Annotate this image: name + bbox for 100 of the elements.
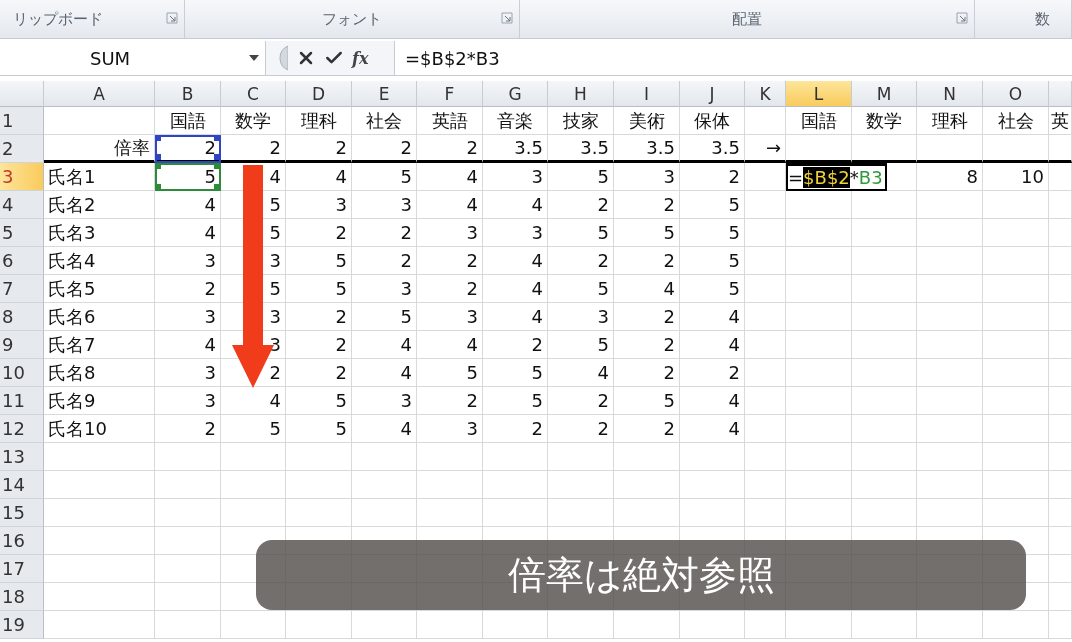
table-cell: → xyxy=(745,135,786,163)
table-cell: 2 xyxy=(548,387,614,415)
table-cell: 2 xyxy=(417,387,483,415)
column-header[interactable]: A xyxy=(44,81,155,107)
insert-function-button[interactable]: fx xyxy=(352,48,369,68)
row-header[interactable]: 19 xyxy=(0,611,44,639)
column-header[interactable]: N xyxy=(917,81,983,107)
table-cell: 2 xyxy=(548,415,614,443)
column-header[interactable]: J xyxy=(680,81,745,107)
column-header[interactable]: C xyxy=(221,81,286,107)
column-header[interactable]: D xyxy=(286,81,352,107)
ribbon-group-label: リップボード xyxy=(13,9,103,29)
row-header[interactable]: 6 xyxy=(0,247,44,275)
table-cell: 4 xyxy=(155,331,221,359)
row-header[interactable]: 3 xyxy=(0,163,44,191)
table-cell: 2 xyxy=(417,275,483,303)
table-cell: 氏名10 xyxy=(44,415,155,443)
table-cell: 氏名1 xyxy=(44,163,155,191)
table-cell: 3 xyxy=(614,163,680,191)
table-cell: 氏名2 xyxy=(44,191,155,219)
table-cell: 4 xyxy=(352,359,417,387)
row-header[interactable]: 10 xyxy=(0,359,44,387)
table-cell: 4 xyxy=(417,191,483,219)
table-cell: 2 xyxy=(286,219,352,247)
table-cell: 2 xyxy=(614,359,680,387)
table-cell: 5 xyxy=(548,275,614,303)
row-header[interactable]: 18 xyxy=(0,583,44,611)
table-cell: 5 xyxy=(548,219,614,247)
table-cell: 4 xyxy=(155,219,221,247)
table-cell: 2 xyxy=(352,247,417,275)
table-cell: 理科 xyxy=(917,107,983,135)
table-cell: 2 xyxy=(680,163,745,191)
table-cell: 氏名9 xyxy=(44,387,155,415)
row-header[interactable]: 9 xyxy=(0,331,44,359)
column-header[interactable]: H xyxy=(548,81,614,107)
column-header[interactable]: K xyxy=(745,81,786,107)
table-cell: 2 xyxy=(286,135,352,163)
ribbon-group-label: フォント xyxy=(322,9,382,29)
row-header[interactable]: 8 xyxy=(0,303,44,331)
table-cell: 国語 xyxy=(786,107,852,135)
table-cell: 2 xyxy=(417,247,483,275)
table-cell: 4 xyxy=(548,359,614,387)
table-cell: 社会 xyxy=(352,107,417,135)
column-header[interactable]: E xyxy=(352,81,417,107)
table-cell: 2 xyxy=(548,247,614,275)
row-header[interactable]: 4 xyxy=(0,191,44,219)
column-header[interactable]: G xyxy=(483,81,548,107)
row-header[interactable]: 14 xyxy=(0,471,44,499)
row-header[interactable]: 5 xyxy=(0,219,44,247)
table-cell: 3.5 xyxy=(483,135,548,163)
row-header[interactable]: 13 xyxy=(0,443,44,471)
table-cell: 理科 xyxy=(286,107,352,135)
row-header[interactable]: 15 xyxy=(0,499,44,527)
table-cell: 数学 xyxy=(852,107,917,135)
row-header[interactable]: 11 xyxy=(0,387,44,415)
table-cell: 2 xyxy=(614,415,680,443)
table-cell: 4 xyxy=(483,191,548,219)
table-cell: 3 xyxy=(417,219,483,247)
column-header[interactable]: B xyxy=(155,81,221,107)
row-header[interactable]: 1 xyxy=(0,107,44,135)
row-header[interactable]: 2 xyxy=(0,135,44,163)
column-header[interactable]: M xyxy=(852,81,917,107)
table-cell: 5 xyxy=(548,331,614,359)
cell-editor[interactable]: =$B$2*B3 xyxy=(786,163,887,191)
table-cell: 3.5 xyxy=(614,135,680,163)
table-cell: 3 xyxy=(155,247,221,275)
row-header[interactable]: 7 xyxy=(0,275,44,303)
table-cell: 5 xyxy=(352,163,417,191)
table-cell: 技家 xyxy=(548,107,614,135)
table-cell: 2 xyxy=(286,331,352,359)
row-header[interactable]: 12 xyxy=(0,415,44,443)
table-cell: 3.5 xyxy=(548,135,614,163)
table-cell: 氏名4 xyxy=(44,247,155,275)
table-cell: 氏名5 xyxy=(44,275,155,303)
row-header[interactable]: 16 xyxy=(0,527,44,555)
table-cell: 氏名8 xyxy=(44,359,155,387)
table-cell: 4 xyxy=(680,331,745,359)
column-header[interactable]: F xyxy=(417,81,483,107)
column-header[interactable]: O xyxy=(983,81,1049,107)
table-cell: 2 xyxy=(417,135,483,163)
table-cell: 3 xyxy=(483,163,548,191)
table-cell: 4 xyxy=(680,415,745,443)
table-cell: 2 xyxy=(286,359,352,387)
table-cell: 2 xyxy=(155,415,221,443)
ribbon-group-label: 数 xyxy=(1035,9,1050,29)
row-header[interactable]: 17 xyxy=(0,555,44,583)
table-cell: 2 xyxy=(614,247,680,275)
table-cell: 美術 xyxy=(614,107,680,135)
table-cell: 5 xyxy=(155,163,221,191)
table-cell: 5 xyxy=(548,163,614,191)
table-cell: 3 xyxy=(352,191,417,219)
column-header[interactable]: L xyxy=(786,81,852,107)
table-cell: 2 xyxy=(155,135,221,163)
column-header[interactable]: I xyxy=(614,81,680,107)
table-cell: 4 xyxy=(352,415,417,443)
table-cell: 5 xyxy=(483,387,548,415)
table-cell: 2 xyxy=(680,359,745,387)
table-cell: 5 xyxy=(286,415,352,443)
table-cell: 10 xyxy=(983,163,1049,191)
table-cell: 4 xyxy=(221,387,286,415)
